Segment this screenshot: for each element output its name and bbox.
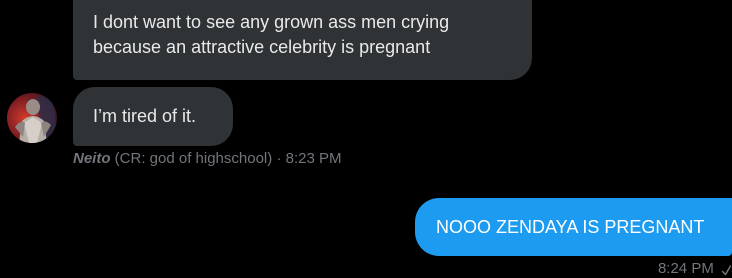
incoming-message-bubble[interactable]: I’m tired of it. [73,87,233,146]
avatar-image [7,93,57,143]
incoming-message-meta: Neito (CR: god of highschool) · 8:23 PM [73,150,341,168]
avatar[interactable] [7,93,57,143]
sender-name[interactable]: Neito [73,150,111,167]
sender-tag: (CR: god of highschool) [114,150,273,167]
meta-separator: · [276,150,282,167]
message-text: NOOO ZENDAYA IS PREGNANT [436,217,705,237]
message-text: I’m tired of it. [93,106,197,126]
incoming-message-bubble[interactable]: I dont want to see any grown ass men cry… [73,0,532,80]
message-timestamp: 8:23 PM [285,150,342,167]
outgoing-message-meta: 8:24 PM [658,260,732,278]
message-timestamp: 8:24 PM [657,260,714,277]
message-text: I dont want to see any grown ass men cry… [93,12,450,57]
checkmark-icon [721,263,732,278]
outgoing-message-bubble[interactable]: NOOO ZENDAYA IS PREGNANT [415,198,732,256]
